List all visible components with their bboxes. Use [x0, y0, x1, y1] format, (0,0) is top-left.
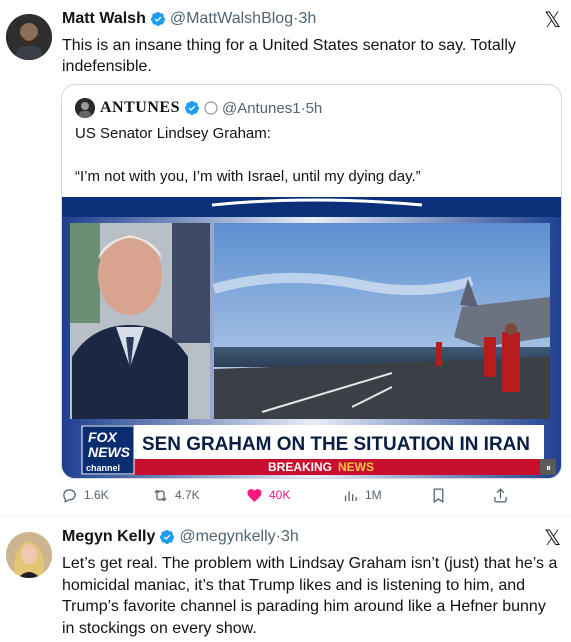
pause-icon: ⏸ [546, 463, 551, 474]
ticker-prefix: BREAKING [268, 460, 332, 474]
quote-header: ANTUNES @Antunes1 · 5h [75, 98, 322, 118]
avatar[interactable] [6, 532, 52, 578]
tweet-text: Let’s get real. The problem with Lindsay… [62, 555, 558, 637]
avatar-image [6, 532, 52, 578]
author-name[interactable]: Matt Walsh [62, 10, 146, 28]
heart-icon [247, 488, 262, 502]
reply-button[interactable]: 1.6K [61, 484, 109, 506]
x-logo-icon: 𝕏 [544, 526, 561, 550]
timestamp[interactable]: 3h [298, 10, 316, 28]
avatar-image [6, 14, 52, 60]
views-chart-icon [344, 490, 357, 501]
verified-badge-icon [160, 530, 175, 544]
author-handle[interactable]: @megynkelly [179, 528, 275, 546]
timestamp[interactable]: 3h [281, 528, 299, 546]
fox-logo-line2: NEWS [88, 444, 131, 460]
tweet-text: This is an insane thing for a United Sta… [62, 37, 516, 75]
author-name[interactable]: Megyn Kelly [62, 528, 155, 546]
quote-text-line: “I’m not with you, I’m with Israel, unti… [75, 168, 421, 185]
verified-badge-icon [150, 12, 165, 26]
avatar[interactable] [6, 14, 52, 60]
reply-icon [63, 488, 76, 503]
quote-timestamp[interactable]: 5h [306, 100, 323, 117]
quoted-tweet[interactable]: ANTUNES @Antunes1 · 5h US Senator Lindse… [61, 84, 562, 479]
repost-button[interactable]: 4.7K [152, 484, 200, 506]
share-icon [494, 487, 507, 503]
x-logo-icon: 𝕏 [544, 8, 561, 32]
quote-avatar-image [75, 98, 95, 118]
headline-text: SEN GRAHAM ON THE SITUATION IN IRAN [142, 434, 530, 455]
like-count: 40K [269, 488, 291, 502]
tweet-megyn-kelly[interactable]: Megyn Kelly @megynkelly · 3h 𝕏 Let’s get… [0, 517, 571, 642]
share-button[interactable] [492, 484, 515, 506]
quote-author-handle[interactable]: @Antunes1 [222, 100, 301, 117]
author-handle[interactable]: @MattWalshBlog [170, 10, 293, 28]
views-button[interactable]: 1M [342, 484, 382, 506]
fox-news-frame: ⏸ FOX NEWS channel SEN GRAHAM ON THE SIT… [62, 197, 561, 478]
tweet-header: Megyn Kelly @megynkelly · 3h [62, 528, 299, 546]
like-button[interactable]: 40K [246, 484, 290, 506]
video-thumbnail[interactable]: ⏸ FOX NEWS channel SEN GRAHAM ON THE SIT… [62, 197, 561, 478]
fox-logo-line1: FOX [88, 429, 118, 445]
bookmark-button[interactable] [430, 484, 453, 506]
repost-icon [154, 489, 167, 501]
quote-avatar[interactable] [75, 98, 95, 118]
reply-count: 1.6K [84, 488, 109, 502]
tweet-matt-walsh[interactable]: Matt Walsh @MattWalshBlog · 3h 𝕏 This is… [0, 0, 571, 516]
quote-author-name[interactable]: ANTUNES [100, 99, 180, 117]
quote-text-line: US Senator Lindsey Graham: [75, 125, 271, 142]
tweet-actions: 1.6K 4.7K 40K 1M [61, 484, 521, 506]
bookmark-icon [433, 487, 444, 503]
views-count: 1M [365, 488, 382, 502]
ticker-suffix: NEWS [338, 460, 374, 474]
fox-logo-line3: channel [86, 463, 120, 473]
moon-icon [204, 101, 218, 115]
tweet-header: Matt Walsh @MattWalshBlog · 3h [62, 10, 316, 28]
verified-badge-icon [184, 101, 199, 115]
repost-count: 4.7K [175, 488, 200, 502]
